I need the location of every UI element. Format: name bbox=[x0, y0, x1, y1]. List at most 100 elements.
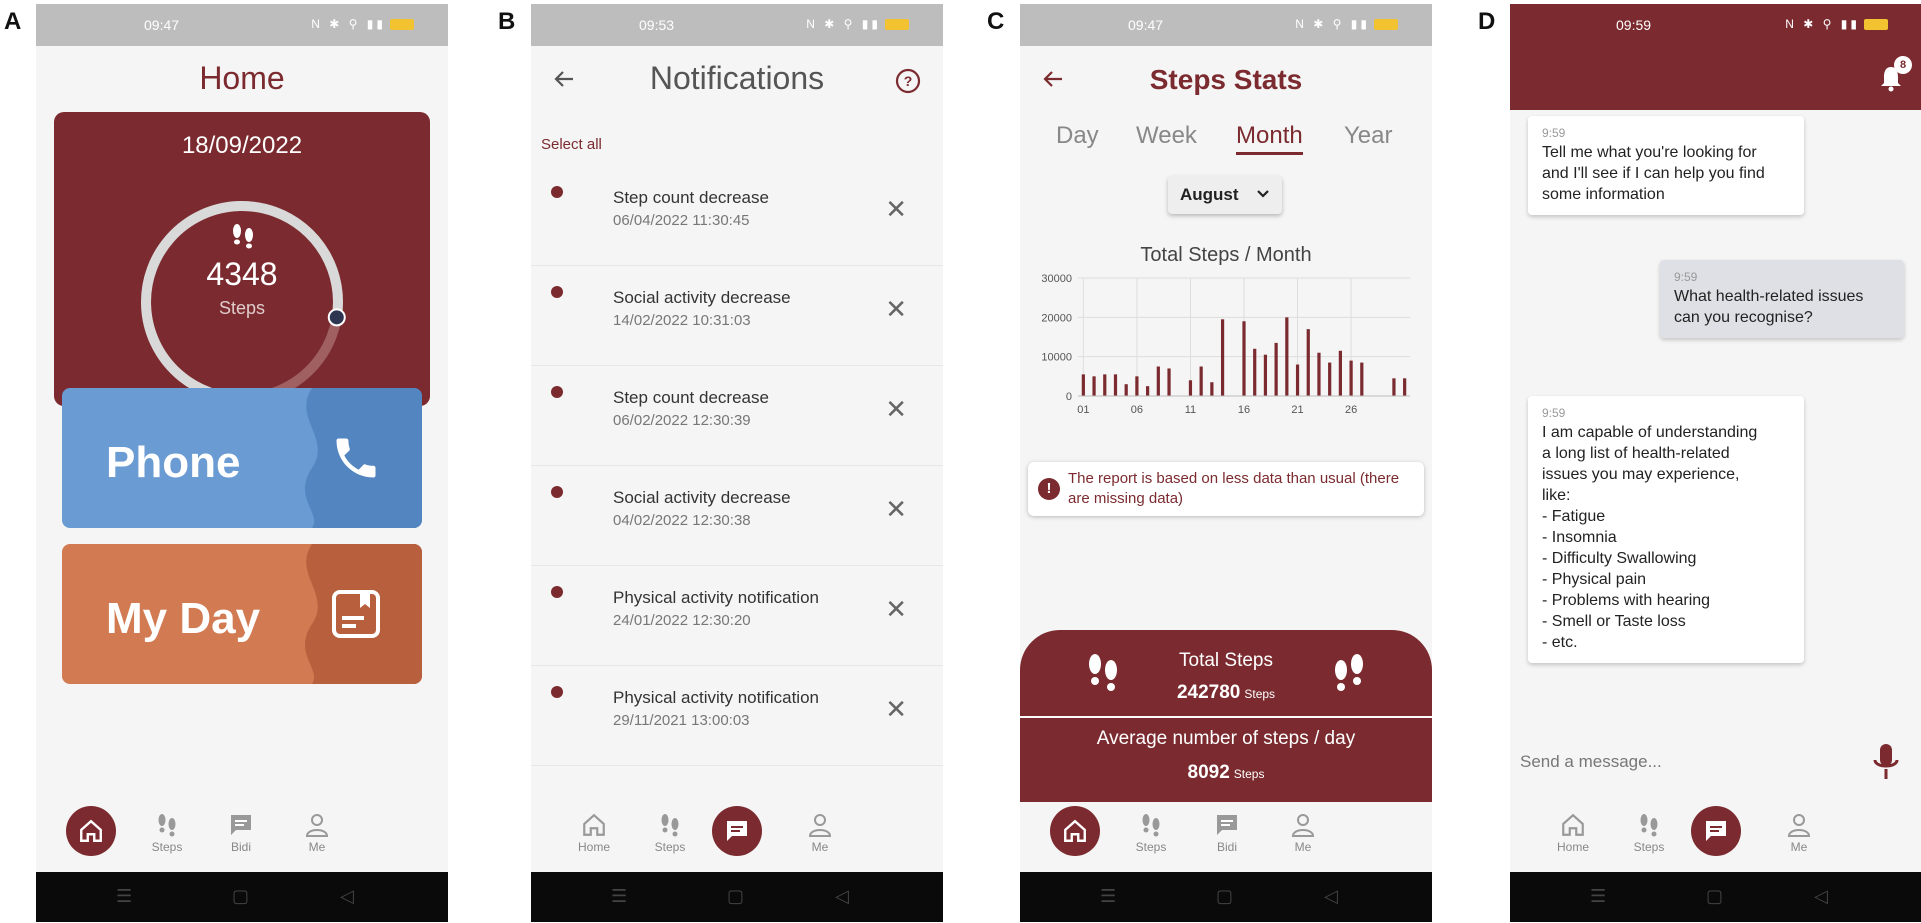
nav-bidi-button[interactable] bbox=[712, 806, 762, 856]
nav-me-label: Me bbox=[811, 840, 829, 854]
nav-bidi-button[interactable]: Bidi bbox=[206, 812, 276, 854]
notification-date: 04/02/2022 12:30:38 bbox=[613, 512, 751, 529]
bar bbox=[1156, 366, 1160, 396]
steps-bar-chart: 0 10000 20000 30000 01 06 11 16 21 26 bbox=[1041, 273, 1410, 416]
notification-title: Social activity decrease bbox=[613, 288, 791, 307]
nav-home-button[interactable]: Home bbox=[559, 812, 629, 854]
bar bbox=[1285, 317, 1289, 396]
x-tick-label: 06 bbox=[1131, 404, 1143, 416]
home-square-icon[interactable]: ▢ bbox=[1706, 886, 1723, 907]
tab-month[interactable]: Month bbox=[1236, 122, 1303, 155]
nav-steps-button[interactable]: Steps bbox=[635, 812, 705, 854]
user-icon bbox=[1291, 814, 1315, 837]
notification-item[interactable]: Social activity decrease 04/02/2022 12:3… bbox=[531, 466, 943, 566]
message-text: I am capable of understanding a long lis… bbox=[1542, 424, 1758, 651]
notification-item[interactable]: Physical activity notification 24/01/202… bbox=[531, 566, 943, 666]
bar bbox=[1242, 321, 1246, 396]
nav-me-button[interactable]: Me bbox=[1764, 812, 1834, 854]
status-icons: N ✱ ⚲ ▮▮ bbox=[311, 17, 414, 31]
menu-icon[interactable]: ☰ bbox=[116, 886, 132, 907]
bar bbox=[1360, 362, 1364, 396]
status-bar: 09:53 N ✱ ⚲ ▮▮ bbox=[531, 4, 943, 46]
menu-icon[interactable]: ☰ bbox=[1100, 886, 1116, 907]
battery-icon bbox=[390, 19, 414, 31]
phone-screen-notifications: 09:53 N ✱ ⚲ ▮▮ Notifications ? Select al… bbox=[531, 4, 943, 922]
tab-year[interactable]: Year bbox=[1344, 122, 1393, 150]
home-square-icon[interactable]: ▢ bbox=[232, 886, 249, 907]
nav-steps-label: Steps bbox=[1633, 840, 1665, 854]
home-square-icon[interactable]: ▢ bbox=[727, 886, 744, 907]
back-triangle-icon[interactable]: ◁ bbox=[340, 886, 354, 907]
nav-me-button[interactable]: Me bbox=[1268, 812, 1338, 854]
help-icon[interactable]: ? bbox=[895, 68, 921, 94]
nav-me-label: Me bbox=[1294, 840, 1312, 854]
chat-message-bot: 9:59 I am capable of understanding a lon… bbox=[1528, 396, 1804, 663]
average-steps-label: Average number of steps / day bbox=[1096, 728, 1356, 749]
phone-card-button[interactable]: Phone bbox=[62, 388, 422, 528]
unread-dot bbox=[551, 486, 563, 498]
x-tick-label: 21 bbox=[1291, 404, 1303, 416]
x-tick-label: 16 bbox=[1238, 404, 1250, 416]
bar bbox=[1263, 354, 1268, 396]
battery-icon bbox=[885, 19, 909, 31]
y-tick-label: 0 bbox=[1066, 391, 1072, 403]
message-time: 9:59 bbox=[1542, 406, 1566, 420]
notification-title: Step count decrease bbox=[613, 188, 769, 207]
totals-card: Total Steps 242780 Steps Average number o… bbox=[1020, 630, 1432, 802]
nav-home-button[interactable] bbox=[1050, 806, 1100, 856]
steps-card[interactable]: 18/09/2022 4348 Steps bbox=[54, 112, 430, 406]
nav-bidi-button[interactable]: Bidi bbox=[1192, 812, 1262, 854]
menu-icon[interactable]: ☰ bbox=[611, 886, 627, 907]
nav-steps-button[interactable]: Steps bbox=[132, 812, 202, 854]
myday-card-button[interactable]: My Day bbox=[62, 544, 422, 684]
unread-dot bbox=[551, 686, 563, 698]
close-icon[interactable]: ✕ bbox=[885, 294, 907, 325]
y-tick-label: 20000 bbox=[1041, 312, 1072, 324]
unread-dot bbox=[551, 386, 563, 398]
back-triangle-icon[interactable]: ◁ bbox=[1814, 886, 1828, 907]
nav-home-button[interactable]: Home bbox=[1538, 812, 1608, 854]
bottom-nav: Home Steps Me bbox=[531, 802, 943, 872]
month-select[interactable]: August bbox=[1168, 176, 1282, 214]
home-square-icon[interactable]: ▢ bbox=[1216, 886, 1233, 907]
footprints-icon bbox=[1142, 814, 1160, 837]
status-icons: N ✱ ⚲ ▮▮ bbox=[1295, 17, 1398, 31]
notification-item[interactable]: Social activity decrease 14/02/2022 10:3… bbox=[531, 266, 943, 366]
microphone-icon[interactable] bbox=[1872, 742, 1900, 782]
notification-item[interactable]: Step count decrease 06/04/2022 11:30:45 … bbox=[531, 166, 943, 266]
close-icon[interactable]: ✕ bbox=[885, 394, 907, 425]
status-bar: 09:59 N ✱ ⚲ ▮▮ bbox=[1510, 4, 1921, 46]
close-icon[interactable]: ✕ bbox=[885, 194, 907, 225]
info-icon: ! bbox=[1038, 478, 1060, 500]
chat-message-user: 9:59 What health-related issues can you … bbox=[1660, 260, 1904, 338]
bottom-nav: Steps Bidi Me bbox=[1020, 802, 1432, 872]
bar bbox=[1113, 374, 1118, 396]
nav-me-button[interactable]: Me bbox=[785, 812, 855, 854]
message-input[interactable]: Send a message... bbox=[1520, 752, 1662, 772]
unread-dot bbox=[551, 286, 563, 298]
phone-screen-home: 09:47 N ✱ ⚲ ▮▮ Home 18/09/2022 4348 Step… bbox=[36, 4, 448, 922]
tab-day[interactable]: Day bbox=[1056, 122, 1099, 150]
nav-steps-label: Steps bbox=[654, 840, 686, 854]
back-triangle-icon[interactable]: ◁ bbox=[835, 886, 849, 907]
tab-week[interactable]: Week bbox=[1136, 122, 1197, 150]
notification-item[interactable]: Physical activity notification 29/11/202… bbox=[531, 666, 943, 766]
nav-bidi-button[interactable] bbox=[1691, 806, 1741, 856]
nav-steps-button[interactable]: Steps bbox=[1614, 812, 1684, 854]
notification-item[interactable]: Step count decrease 06/02/2022 12:30:39 … bbox=[531, 366, 943, 466]
system-nav-bar: ☰ ▢ ◁ bbox=[531, 872, 943, 922]
back-triangle-icon[interactable]: ◁ bbox=[1324, 886, 1338, 907]
close-icon[interactable]: ✕ bbox=[885, 594, 907, 625]
close-icon[interactable]: ✕ bbox=[885, 694, 907, 725]
menu-icon[interactable]: ☰ bbox=[1590, 886, 1606, 907]
nav-me-button[interactable]: Me bbox=[282, 812, 352, 854]
nav-home-button[interactable] bbox=[66, 806, 116, 856]
chat-header: 8 bbox=[1510, 46, 1921, 110]
close-icon[interactable]: ✕ bbox=[885, 494, 907, 525]
bar bbox=[1338, 350, 1342, 396]
bar bbox=[1295, 364, 1300, 396]
status-time: 09:47 bbox=[144, 17, 180, 33]
select-all-link[interactable]: Select all bbox=[541, 136, 602, 153]
nav-steps-button[interactable]: Steps bbox=[1116, 812, 1186, 854]
page-title: Steps Stats bbox=[1149, 64, 1303, 95]
